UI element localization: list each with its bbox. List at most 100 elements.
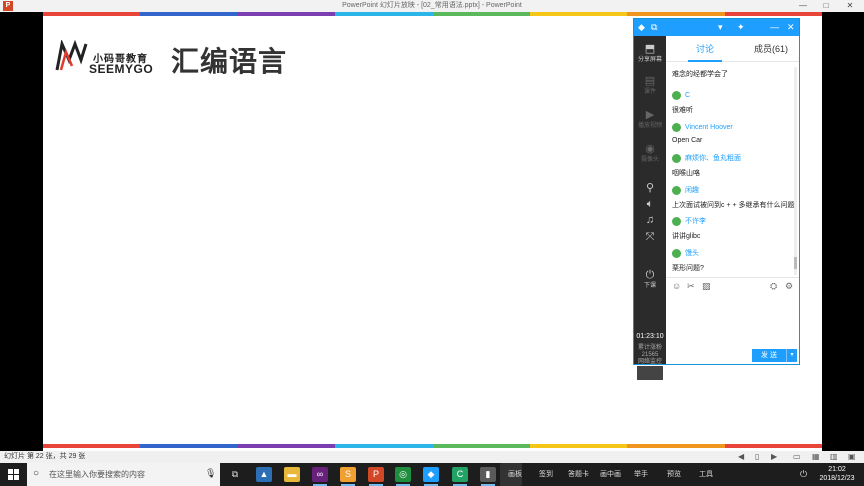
message-author[interactable]: C (685, 92, 690, 99)
dropdown-icon[interactable]: ▾ (718, 21, 723, 34)
courseware-icon: ▤ (644, 75, 656, 87)
courseware-button[interactable]: ▤ 课件 (634, 74, 666, 96)
tab-members[interactable]: 成员(61) (754, 42, 788, 55)
tab-discussion[interactable]: 讨论 (696, 42, 714, 55)
normal-view-icon[interactable]: ▭ (793, 451, 801, 463)
powerpoint-taskbar-icon[interactable]: P (368, 467, 384, 486)
taskbar-search[interactable]: ○ 在这里输入你要搜索的内容 🎙︎ (27, 463, 220, 486)
taskbar-label-preview[interactable]: 预览 (667, 463, 681, 486)
taskbar-app-icon[interactable]: ▲ (256, 467, 272, 482)
next-slide-icon[interactable]: ▶ (771, 451, 777, 463)
scissors-icon[interactable]: ✂ (687, 281, 695, 292)
stripe-segment (140, 444, 238, 448)
play-video-button[interactable]: ▶ 播放视频 (634, 108, 666, 130)
editor-app-icon[interactable]: C (452, 467, 468, 486)
user-avatar-icon (672, 90, 681, 100)
slideshow-view-icon[interactable]: ▣ (848, 451, 856, 463)
network-graph (637, 366, 663, 380)
microphone-icon[interactable]: 🎙︎ (205, 468, 216, 479)
window-title-bar: P PowerPoint 幻灯片放映 - [02_常用语法.pptx] - Po… (0, 0, 864, 12)
message-author[interactable]: 不许李 (685, 216, 706, 226)
chat-message: 闲趣 上次面试被问到c + + 多继承有什么问题 (672, 184, 796, 210)
search-placeholder: 在这里输入你要搜索的内容 (49, 470, 145, 479)
scroll-thumb[interactable] (794, 257, 797, 269)
classroom-app-icon[interactable]: ◆ (423, 467, 439, 486)
task-view-icon[interactable]: ⧉ (227, 467, 243, 482)
gem-icon[interactable]: ◆ (638, 21, 645, 34)
minimize-icon[interactable]: — (795, 0, 811, 12)
stripe-segment (43, 444, 141, 448)
camera-label: 摄像头 (640, 157, 659, 163)
chrome-icon[interactable]: ◎ (395, 467, 411, 486)
share-screen-button[interactable]: ⬒ 分享屏幕 (634, 42, 666, 64)
active-tab-indicator (688, 60, 722, 62)
end-class-button[interactable]: ⏻ 下课 (634, 268, 666, 290)
panel-minimize-icon[interactable]: — (770, 21, 779, 34)
power-icon: ⏻ (645, 269, 655, 281)
play-video-label: 播放视频 (637, 123, 662, 129)
taskbar-label-answer[interactable]: 答题卡 (568, 463, 589, 486)
slide-menu-icon[interactable]: ▯ (755, 451, 759, 463)
windows-start-icon[interactable] (8, 469, 19, 480)
cortana-icon: ○ (33, 468, 40, 479)
file-explorer-icon[interactable]: ▬ (284, 467, 300, 482)
user-settings-icon[interactable]: ⛭ (770, 281, 777, 292)
taskbar-label-tools[interactable]: 工具 (699, 463, 713, 486)
close-icon[interactable]: ✕ (842, 0, 858, 12)
panel-close-icon[interactable]: ✕ (787, 21, 795, 34)
reading-view-icon[interactable]: ▥ (830, 451, 838, 463)
message-author[interactable]: Vincent Hoover (685, 124, 733, 131)
stripe-segment (724, 12, 822, 16)
sorter-view-icon[interactable]: ▦ (812, 451, 820, 463)
stripe-segment (627, 444, 725, 448)
taskbar-label-raise-hand[interactable]: 举手 (634, 463, 648, 486)
music-button[interactable]: ♫ (634, 213, 666, 227)
send-button[interactable]: 发 送 (752, 349, 786, 362)
terminal-app-icon[interactable]: ▮ (480, 467, 496, 486)
message-author[interactable]: 闲趣 (685, 185, 699, 195)
gear-icon[interactable]: ⚙ (785, 281, 793, 292)
slide-title: 汇编语言 (171, 45, 288, 78)
message-text: 难念的经都学会了 (672, 71, 728, 78)
taskbar-label-checkin[interactable]: 签到 (539, 463, 553, 486)
fullscreen-button[interactable]: ⤧ (634, 230, 666, 244)
image-icon[interactable]: ▨ (702, 281, 711, 292)
sublime-text-icon[interactable]: S (340, 467, 356, 486)
courseware-label: 课件 (643, 89, 656, 95)
message-text: Open Car (672, 137, 703, 144)
clock-date: 2018/12/23 (819, 475, 855, 482)
prev-slide-icon[interactable]: ◀ (738, 451, 744, 463)
popout-icon[interactable]: ⧉ (651, 21, 657, 34)
slide-bottom-stripe (43, 444, 822, 448)
chat-message: 难念的经都学会了 (672, 69, 796, 79)
mic-button[interactable]: ⚲ (634, 181, 666, 195)
network-label: 网络监控 (637, 359, 662, 365)
message-list[interactable]: 难念的经都学会了 C 很难听 Vincent Hoover Open Car 麻… (666, 63, 799, 277)
message-scrollbar[interactable] (794, 67, 797, 275)
slide-counter: 幻灯片 第 22 张，共 29 张 (4, 453, 86, 460)
send-options-chevron-icon[interactable]: ▾ (786, 349, 797, 362)
status-bar: 幻灯片 第 22 张，共 29 张 ◀ ▯ ▶ ▭ ▦ ▥ ▣ (0, 451, 864, 463)
emoji-icon[interactable]: ☺ (672, 281, 681, 291)
end-class-label: 下课 (643, 283, 656, 289)
maximize-icon[interactable]: □ (818, 0, 834, 12)
message-author[interactable]: 馒头 (685, 248, 699, 258)
taskbar-label-pip[interactable]: 画中画 (600, 463, 621, 486)
classroom-panel: ◆ ⧉ ▾ ✦ — ✕ ⬒ 分享屏幕 ▤ 课件 ▶ 播放视频 ◉ 摄像头 ⚲ 🔈… (633, 18, 800, 380)
seemygo-logo: 小码哥教育 SEEMYGO (55, 40, 165, 76)
camera-button[interactable]: ◉ 摄像头 (634, 142, 666, 164)
stat-value: 21565 (641, 352, 659, 358)
stripe-segment (724, 444, 822, 448)
pin-icon[interactable]: ✦ (737, 21, 745, 34)
volume-button[interactable]: 🔈︎ (634, 197, 666, 211)
stripe-segment (432, 444, 530, 448)
power-tray-icon[interactable]: ⏻ (800, 463, 807, 486)
stripe-segment (335, 444, 433, 448)
taskbar-label-board[interactable]: 画板 (508, 463, 522, 486)
message-text: 讲讲glibc (672, 233, 701, 240)
visual-studio-icon[interactable]: ∞ (312, 467, 328, 486)
message-text: 上次面试被问到c + + 多继承有什么问题 (672, 202, 795, 209)
system-clock[interactable]: 21:02 2018/12/23 (815, 465, 859, 483)
message-author[interactable]: 麻烦你、鱼丸粗面 (685, 153, 741, 163)
chat-message: Vincent Hoover Open Car (672, 121, 796, 144)
